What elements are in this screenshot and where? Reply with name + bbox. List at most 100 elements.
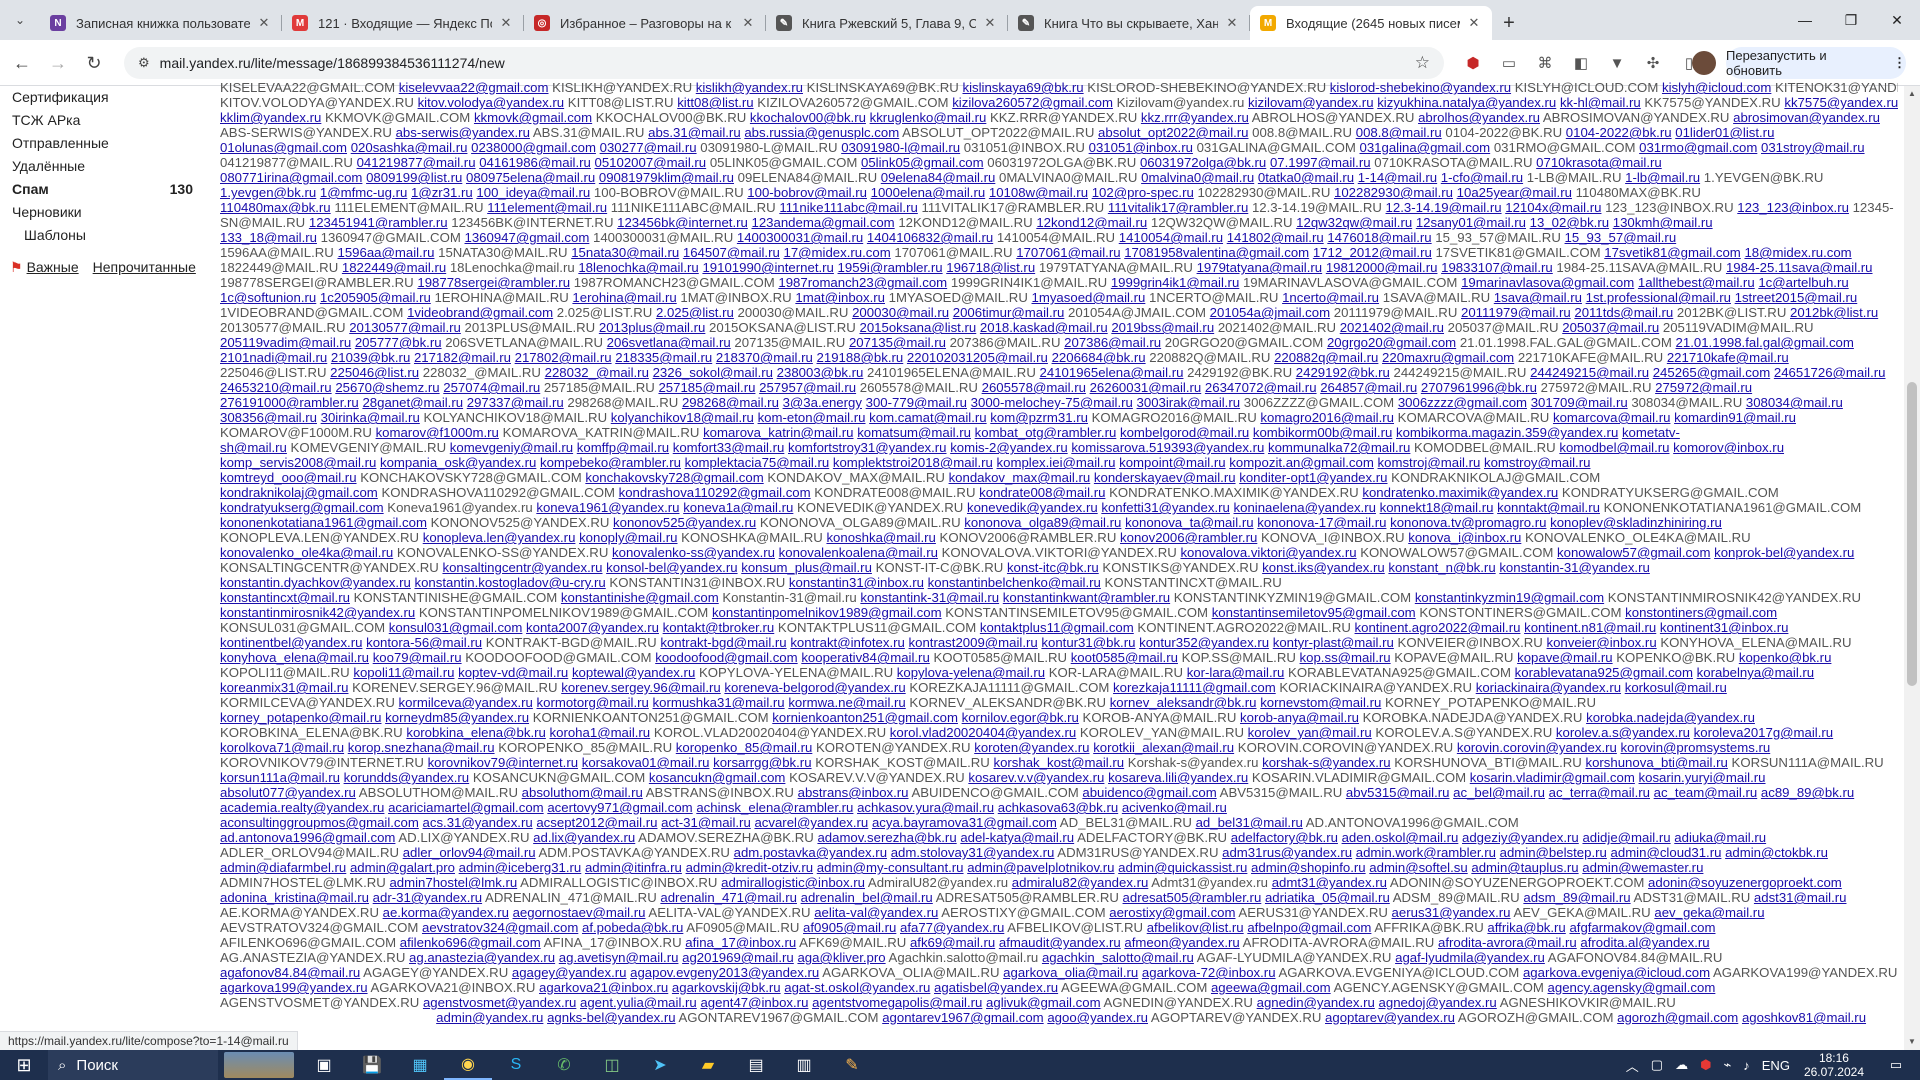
email-link[interactable]: 080975elena@mail.ru <box>466 170 595 185</box>
email-link[interactable]: acertovy971@gmail.com <box>547 800 692 815</box>
email-link[interactable]: 06031972olga@bk.ru <box>1140 155 1266 170</box>
email-link[interactable]: afilenko696@gmail.com <box>400 935 541 950</box>
email-link[interactable]: 207386@mail.ru <box>1064 335 1161 350</box>
email-link[interactable]: konsol-bel@yandex.ru <box>606 560 737 575</box>
email-link[interactable]: kondrashova110292@gmail.com <box>619 485 811 500</box>
browser-tab[interactable]: ◎ Избранное – Разговоры на к ✕ <box>524 6 766 40</box>
email-link[interactable]: 1st.professional@mail.ru <box>1586 290 1731 305</box>
email-link[interactable]: 1360947@gmail.com <box>465 230 590 245</box>
email-link[interactable]: 19812000@mail.ru <box>1326 260 1438 275</box>
email-link[interactable]: korshunova_bti@mail.ru <box>1585 755 1727 770</box>
email-link[interactable]: kontinent.agro2022@mail.ru <box>1355 620 1521 635</box>
email-link[interactable]: komis-2@yandex.ru <box>950 440 1067 455</box>
email-link[interactable]: komevgeniy@mail.ru <box>450 440 573 455</box>
email-link[interactable]: kolyanchikov18@mail.ru <box>611 410 754 425</box>
email-link[interactable]: 196718@list.ru <box>946 260 1035 275</box>
email-link[interactable]: 220102031205@mail.ru <box>907 350 1048 365</box>
email-link[interactable]: 123andema@gmail.com <box>752 215 895 230</box>
email-link[interactable]: afa77@yandex.ru <box>900 920 1004 935</box>
email-link[interactable]: adriatika_05@mail.ru <box>1265 890 1390 905</box>
email-link[interactable]: koneva1a@mail.ru <box>683 500 793 515</box>
email-link[interactable]: agency.agensky@gmail.com <box>1548 980 1716 995</box>
email-link[interactable]: korolkova71@mail.ru <box>220 740 344 755</box>
email-link[interactable]: ag201969@mail.ru <box>682 950 794 965</box>
email-link[interactable]: koo79@mail.ru <box>373 650 462 665</box>
email-link[interactable]: 219188@bk.ru <box>817 350 904 365</box>
email-link[interactable]: konstantin.dyachkov@yandex.ru <box>220 575 411 590</box>
email-link[interactable]: admin@cloud31.ru <box>1611 845 1722 860</box>
office-app-icon[interactable]: ▦ <box>396 1050 444 1080</box>
email-link[interactable]: konsul031@gmail.com <box>389 620 523 635</box>
email-link[interactable]: kombikorma.magazin.359@yandex.ru <box>1396 425 1618 440</box>
email-link[interactable]: admin7hostel@lmk.ru <box>389 875 517 890</box>
email-link[interactable]: 12qw32qw@mail.ru <box>1296 215 1412 230</box>
email-link[interactable]: 17svetik81@gmail.com <box>1604 245 1741 260</box>
network-icon[interactable]: ⌁ <box>1717 1057 1737 1073</box>
email-link[interactable]: korolev_yan@mail.ru <box>1248 725 1372 740</box>
email-link[interactable]: agarkova21@inbox.ru <box>539 980 668 995</box>
email-link[interactable]: konta2007@yandex.ru <box>526 620 659 635</box>
email-link[interactable]: adrenalin_bel@mail.ru <box>801 890 933 905</box>
email-link[interactable]: konveier@inbox.ru <box>1547 635 1657 650</box>
email-link[interactable]: 1410054@mail.ru <box>1119 230 1223 245</box>
email-link[interactable]: 01olunas@gmail.com <box>220 140 347 155</box>
email-link[interactable]: 1979tatyana@mail.ru <box>1197 260 1323 275</box>
email-link[interactable]: admin@diafarmbel.ru <box>220 860 346 875</box>
email-link[interactable]: koropenko_85@mail.ru <box>676 740 813 755</box>
email-link[interactable]: komplektacia75@mail.ru <box>685 455 830 470</box>
email-link[interactable]: agent.yulia@mail.ru <box>580 995 697 1010</box>
email-link[interactable]: kontinent31@inbox.ru <box>1660 620 1789 635</box>
email-link[interactable]: 05link05@gmail.com <box>861 155 984 170</box>
email-link[interactable]: 031rmo@gmail.com <box>1639 140 1757 155</box>
email-link[interactable]: agoshkov81@mail.ru <box>1742 1010 1866 1025</box>
sidebar-folder[interactable]: Шаблоны <box>0 224 205 247</box>
email-link[interactable]: 24653210@mail.ru <box>220 380 332 395</box>
email-link[interactable]: konstantin-31@yandex.ru <box>1499 560 1649 575</box>
sidebar-folder[interactable]: Черновики <box>0 201 205 224</box>
email-link[interactable]: aga@kliver.pro <box>797 950 885 965</box>
email-link[interactable]: kkruglenko@mail.ru <box>870 110 987 125</box>
email-link[interactable]: affrika@bk.ru <box>1487 920 1565 935</box>
weather-widget-icon[interactable] <box>224 1052 294 1078</box>
email-link[interactable]: agachkin_salotto@mail.ru <box>1042 950 1194 965</box>
green-app-icon[interactable]: ◫ <box>588 1050 636 1080</box>
email-link[interactable]: 28ganet@mail.ru <box>362 395 463 410</box>
email-link[interactable]: 1984-25.11sava@mail.ru <box>1726 260 1873 275</box>
email-link[interactable]: 17081958valentina@gmail.com <box>1124 245 1309 260</box>
translate-extension-icon[interactable]: ⌘ <box>1532 49 1558 77</box>
email-link[interactable]: af.pobeda@bk.ru <box>582 920 683 935</box>
email-link[interactable]: afrodita-avrora@mail.ru <box>1438 935 1577 950</box>
email-link[interactable]: 041219877@mail.ru <box>357 155 476 170</box>
vpn-extension-icon[interactable]: ▼ <box>1604 49 1630 77</box>
email-link[interactable]: sh@mail.ru <box>220 440 287 455</box>
email-link[interactable]: kononova.tv@promagro.ru <box>1390 515 1546 530</box>
email-link[interactable]: ag.avetisyn@mail.ru <box>559 950 679 965</box>
email-link[interactable]: aden.oskol@mail.ru <box>1342 830 1459 845</box>
antivirus-icon[interactable]: ⬢ <box>1694 1057 1717 1073</box>
tab-close-icon[interactable]: ✕ <box>498 15 514 31</box>
email-link[interactable]: 1987romanch23@gmail.com <box>778 275 947 290</box>
email-link[interactable]: afbelnpo@gmail.com <box>1247 920 1371 935</box>
email-link[interactable]: konstantinbelchenko@mail.ru <box>928 575 1101 590</box>
tray-chevron-icon[interactable]: ︿ <box>1620 1056 1645 1075</box>
scroll-up-arrow-icon[interactable]: ▲ <box>1904 86 1920 102</box>
email-link[interactable]: konowalow57@gmail.com <box>1557 545 1710 560</box>
email-link[interactable]: ac_bel@mail.ru <box>1453 785 1545 800</box>
email-link[interactable]: 164507@mail.ru <box>683 245 780 260</box>
email-link[interactable]: 1@mfmc-ug.ru <box>320 185 407 200</box>
email-link[interactable]: 2.025@list.ru <box>656 305 734 320</box>
email-link[interactable]: komstroj@mail.ru <box>1378 455 1481 470</box>
address-bar[interactable]: ⚙ mail.yandex.ru/lite/message/1868993845… <box>124 47 1444 79</box>
email-link[interactable]: afbelikov@list.ru <box>1147 920 1244 935</box>
email-link[interactable]: aev_geka@mail.ru <box>1654 905 1764 920</box>
email-link[interactable]: agatisbel@yandex.ru <box>934 980 1058 995</box>
email-link[interactable]: 141802@mail.ru <box>1227 230 1324 245</box>
email-link[interactable]: adel-katya@mail.ru <box>960 830 1074 845</box>
email-link[interactable]: 100-bobrov@mail.ru <box>747 185 867 200</box>
email-link[interactable]: koptev-vd@mail.ru <box>458 665 568 680</box>
email-link[interactable]: konsum_plus@mail.ru <box>741 560 872 575</box>
email-link[interactable]: 245265@gmail.com <box>1653 365 1770 380</box>
email-link[interactable]: 1596aa@mail.ru <box>337 245 434 260</box>
email-link[interactable]: kombat_otg@rambler.ru <box>975 425 1117 440</box>
email-link[interactable]: korundds@yandex.ru <box>344 770 470 785</box>
